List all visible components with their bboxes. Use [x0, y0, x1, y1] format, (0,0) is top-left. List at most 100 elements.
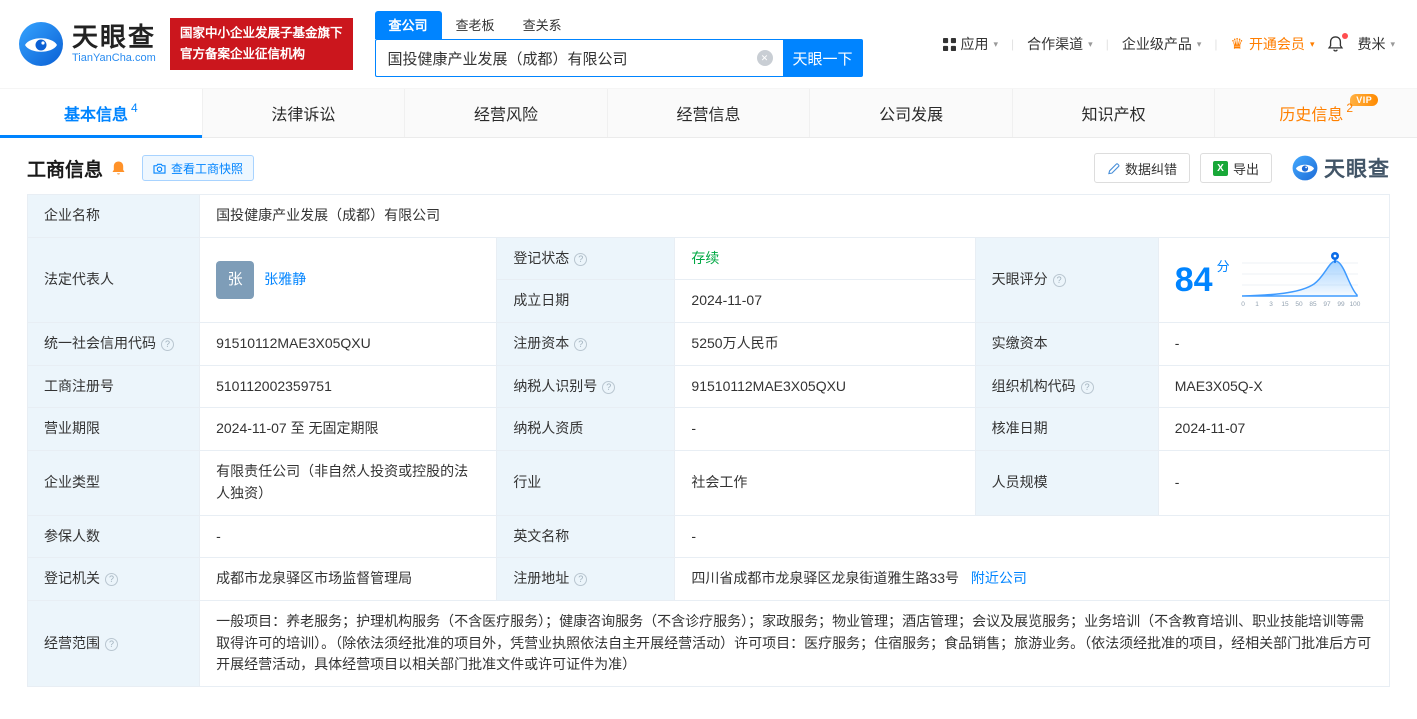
field-value-reg-status: 存续 [674, 236, 976, 281]
field-value-company-type: 有限责任公司（非自然人投资或控股的法人独资） [199, 450, 498, 516]
score-number: 84 [1174, 260, 1213, 299]
section-title: 工商信息 [27, 159, 104, 181]
tab-label: 基本信息 [63, 107, 128, 124]
field-label-staff-size: 人员规模 [974, 450, 1159, 516]
data-correction-button[interactable]: 数据纠错 [1093, 153, 1190, 183]
export-button[interactable]: X 导出 [1199, 153, 1272, 183]
search-button[interactable]: 天眼一下 [782, 39, 863, 77]
monitor-bell-icon[interactable] [111, 160, 126, 176]
tab-operating-risk[interactable]: 经营风险 [405, 89, 608, 137]
field-value-credit-code: 91510112MAE3X05QXU [199, 322, 498, 366]
clear-search-icon[interactable]: ✕ [756, 50, 773, 66]
chevron-down-icon: ▾ [993, 38, 999, 49]
help-icon[interactable]: ? [574, 573, 588, 587]
nav-open-membership[interactable]: ♛ 开通会员 ▾ [1230, 34, 1314, 54]
field-label-score: 天眼评分? [974, 236, 1159, 324]
field-label-taxpayer-quality: 纳税人资质 [496, 407, 676, 452]
search-area: 查公司 查老板 查关系 ✕ 天眼一下 [374, 11, 863, 77]
nav-divider: | [1214, 37, 1218, 51]
nav-partner-channel[interactable]: 合作渠道 ▾ [1027, 34, 1093, 54]
field-value-taxpayer-id: 91510112MAE3X05QXU [674, 364, 976, 409]
field-value-approval-date: 2024-11-07 [1157, 407, 1391, 452]
svg-text:99: 99 [1337, 301, 1345, 308]
help-icon[interactable]: ? [1052, 274, 1066, 288]
tab-legal-proceedings[interactable]: 法律诉讼 [203, 89, 406, 137]
tab-company-development[interactable]: 公司发展 [810, 89, 1013, 137]
watermark-text: 天眼查 [1324, 158, 1390, 181]
nav-username: 费米 [1357, 36, 1386, 52]
table-row: 参保人数 - 英文名称 - [26, 514, 1390, 559]
snapshot-button[interactable]: 查看工商快照 [142, 155, 255, 181]
nav-apps[interactable]: 应用 ▾ [942, 34, 999, 54]
tab-label: 经营信息 [676, 107, 741, 124]
field-value-paid-capital: - [1157, 322, 1391, 366]
table-row: 企业类型 有限责任公司（非自然人投资或控股的法人独资） 行业 社会工作 人员规模… [26, 450, 1391, 516]
chevron-down-icon: ▾ [1088, 38, 1093, 49]
notification-bell[interactable] [1327, 33, 1349, 53]
help-icon[interactable]: ? [602, 380, 616, 394]
field-value-reg-number: 510112002359751 [199, 364, 498, 409]
field-label-established: 成立日期 [496, 279, 676, 324]
svg-text:1: 1 [1255, 301, 1259, 308]
svg-text:97: 97 [1323, 301, 1331, 308]
help-icon[interactable]: ? [1080, 380, 1094, 394]
help-icon[interactable]: ? [161, 338, 174, 352]
chevron-down-icon: ▾ [1390, 38, 1395, 49]
field-value-taxpayer-quality: - [674, 407, 976, 452]
field-label-reg-number: 工商注册号 [26, 364, 201, 409]
field-value-company-name: 国投健康产业发展（成都）有限公司 [199, 194, 1390, 238]
field-label-insured-count: 参保人数 [26, 514, 201, 559]
tianyancha-logo[interactable]: 天眼查 TianYanCha.com [18, 21, 156, 67]
nearby-companies-link[interactable]: 附近公司 [971, 570, 1027, 586]
snapshot-button-label: 查看工商快照 [171, 161, 244, 176]
tianyancha-logo-icon [19, 22, 63, 66]
search-tab-company[interactable]: 查公司 [374, 11, 442, 39]
tab-label: 法律诉讼 [271, 107, 336, 124]
field-value-address: 四川省成都市龙泉驿区龙泉街道雅生路33号 附近公司 [674, 557, 1390, 601]
score-distribution-chart: 0 1 3 15 50 85 97 99 100 [1241, 251, 1361, 308]
nav-divider: | [1105, 37, 1109, 51]
help-icon[interactable]: ? [574, 338, 588, 352]
legal-rep-avatar[interactable]: 张 [216, 260, 255, 299]
search-input[interactable] [374, 39, 783, 77]
search-tab-boss[interactable]: 查老板 [442, 11, 509, 39]
table-row: 营业期限 2024-11-07 至 无固定期限 纳税人资质 - 核准日期 202… [26, 407, 1391, 452]
search-tab-relation[interactable]: 查关系 [509, 11, 576, 39]
field-value-staff-size: - [1157, 450, 1391, 516]
table-row: 工商注册号 510112002359751 纳税人识别号? 91510112MA… [26, 364, 1391, 409]
tab-basic-info[interactable]: 基本信息 4 [0, 89, 203, 138]
nav-partner-label: 合作渠道 [1027, 36, 1084, 52]
tab-label: 公司发展 [879, 107, 944, 124]
nav-user-account[interactable]: 费米 ▾ [1357, 34, 1395, 54]
field-label-company-type: 企业类型 [26, 450, 201, 516]
chevron-down-icon: ▾ [1309, 38, 1315, 49]
legal-rep-link[interactable]: 张雅静 [264, 269, 306, 291]
apps-grid-icon [942, 37, 956, 51]
field-value-industry: 社会工作 [674, 450, 976, 516]
search-row: ✕ 天眼一下 [374, 39, 863, 77]
nav-enterprise-products[interactable]: 企业级产品 ▾ [1122, 34, 1202, 54]
help-icon[interactable]: ? [105, 573, 118, 587]
field-label-address: 注册地址? [496, 557, 676, 601]
score-axis-ticks: 0 1 3 15 50 85 97 99 100 [1241, 301, 1361, 308]
svg-text:50: 50 [1295, 301, 1303, 308]
pencil-icon [1108, 162, 1120, 174]
tab-label: 经营风险 [473, 107, 538, 124]
tab-history-info[interactable]: VIP 历史信息 2 [1215, 89, 1417, 137]
top-header: 天眼查 TianYanCha.com 国家中小企业发展子基金旗下 官方备案企业征… [0, 0, 1417, 88]
logo-en: TianYanCha.com [72, 51, 156, 64]
tab-operating-info[interactable]: 经营信息 [608, 89, 811, 137]
svg-text:0: 0 [1241, 301, 1245, 308]
logo-cn: 天眼查 [72, 22, 157, 53]
tab-intellectual-property[interactable]: 知识产权 [1013, 89, 1216, 137]
tab-label: 历史信息 [1279, 107, 1344, 124]
field-label-approval-date: 核准日期 [974, 407, 1159, 452]
nav-divider: | [1011, 37, 1015, 51]
gov-credential-badge: 国家中小企业发展子基金旗下 官方备案企业征信机构 [170, 17, 353, 71]
address-text: 四川省成都市龙泉驿区龙泉街道雅生路33号 [691, 570, 959, 587]
field-value-legal-rep: 张 张雅静 [199, 236, 498, 324]
help-icon[interactable]: ? [574, 252, 588, 266]
help-icon[interactable]: ? [105, 637, 118, 651]
field-label-business-term: 营业期限 [26, 407, 201, 452]
field-label-paid-capital: 实缴资本 [974, 322, 1159, 366]
